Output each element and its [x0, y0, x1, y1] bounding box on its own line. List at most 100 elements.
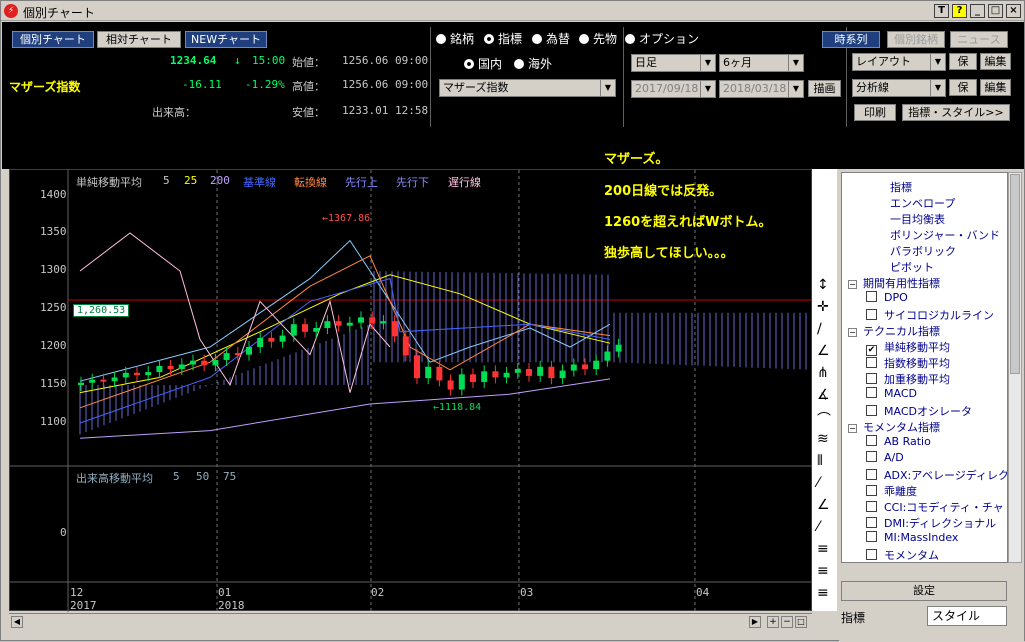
- minimize-button[interactable]: _: [970, 4, 985, 18]
- radio-options[interactable]: オプション: [625, 30, 699, 47]
- radio-stock[interactable]: 銘柄: [436, 30, 474, 47]
- tree-item-ema[interactable]: 指数移動平均: [866, 355, 950, 371]
- line-tool-icon[interactable]: ∕: [817, 321, 822, 337]
- legend-tenkan: 転換線: [294, 176, 327, 189]
- tree-item[interactable]: エンベロープ: [890, 195, 955, 211]
- analysis-select[interactable]: 分析線 ▼: [852, 79, 946, 97]
- layout-save-button[interactable]: 保存: [949, 53, 977, 83]
- timeseries-button[interactable]: 時系列: [822, 31, 880, 48]
- date-from-select[interactable]: 2017/09/18 ▼: [631, 80, 716, 98]
- fib-time-tool-icon[interactable]: ⫴: [817, 453, 823, 469]
- layout-edit-button[interactable]: 編集: [980, 53, 1011, 70]
- tab-style[interactable]: スタイル: [927, 606, 1007, 626]
- tab-indicator[interactable]: 指標: [841, 609, 921, 627]
- tree-group-momentum[interactable]: − モメンタム指標: [848, 419, 940, 435]
- pen-tool-icon[interactable]: ⁄: [817, 519, 819, 535]
- tree-item-wma[interactable]: 加重移動平均: [866, 371, 950, 387]
- tree-item-ab-ratio[interactable]: AB Ratio: [866, 435, 931, 448]
- tree-item-deviation[interactable]: 乖離度: [866, 483, 917, 499]
- zoom-out-icon[interactable]: −: [781, 616, 793, 628]
- candle-body: [358, 317, 364, 323]
- candle-body: [391, 321, 398, 337]
- tree-v-scrollbar[interactable]: [1008, 172, 1022, 563]
- tree-item-macd[interactable]: MACD: [866, 387, 917, 400]
- angle-tool-icon[interactable]: ∠: [817, 343, 830, 359]
- wave-4-tool-icon[interactable]: ≡: [817, 563, 829, 579]
- candle-body: [246, 347, 252, 355]
- tab-new-chart[interactable]: NEWチャート: [185, 31, 267, 48]
- cross-tool-icon[interactable]: ✛: [817, 299, 829, 315]
- radio-futures[interactable]: 先物: [579, 30, 617, 47]
- t-button[interactable]: T: [934, 4, 949, 18]
- tree-item[interactable]: ボリンジャー・バンド: [890, 227, 1000, 243]
- tree-item-sma[interactable]: ✔ 単純移動平均: [866, 339, 950, 356]
- tree-item[interactable]: 指標: [890, 179, 912, 195]
- tree-item-cci[interactable]: CCI:コモディティ・チャ: [866, 499, 1004, 515]
- tree-item-dmi[interactable]: DMI:ディレクショナル: [866, 515, 996, 531]
- print-button[interactable]: 印刷: [854, 104, 896, 121]
- trendline-tool-icon[interactable]: ↕: [817, 277, 829, 293]
- close-button[interactable]: ×: [1006, 4, 1021, 18]
- tree-item-dpo[interactable]: DPO: [866, 291, 908, 304]
- tree-item-adx[interactable]: ADX:アベレージディレク: [866, 467, 1007, 483]
- index-select[interactable]: マザーズ指数 ▼: [439, 79, 616, 97]
- zoom-in-icon[interactable]: +: [767, 616, 779, 628]
- maximize-button[interactable]: □: [988, 4, 1003, 18]
- layout-select[interactable]: レイアウト ▼: [852, 53, 946, 71]
- draw-button[interactable]: 描画: [808, 80, 841, 97]
- tree-item-macd-osc[interactable]: MACDオシレータ: [866, 403, 972, 419]
- channel-tool-icon[interactable]: ≋: [817, 431, 829, 447]
- tree-item-psychological[interactable]: サイコロジカルライン: [866, 307, 994, 323]
- wave-5-tool-icon[interactable]: ≡: [817, 585, 829, 601]
- y-tick: 1100: [40, 415, 67, 428]
- wave-tool-icon[interactable]: ≡: [817, 541, 829, 557]
- candle-body: [223, 353, 230, 360]
- analysis-save-button[interactable]: 保存: [949, 79, 977, 109]
- tree-item[interactable]: ピボット: [890, 259, 934, 275]
- current-price: 1234.64: [170, 54, 217, 67]
- date-to-select[interactable]: 2018/03/18 ▼: [719, 80, 804, 98]
- candle-body: [470, 374, 476, 382]
- radio-overseas[interactable]: 海外: [514, 55, 552, 72]
- indiv-stock-button[interactable]: 個別銘柄: [887, 31, 945, 48]
- segment-tool-icon[interactable]: ⁄: [817, 475, 819, 491]
- settings-button[interactable]: 設定: [841, 581, 1007, 601]
- scroll-left-icon[interactable]: ◀: [11, 616, 23, 628]
- candle-body: [212, 359, 219, 366]
- candle-body: [190, 360, 196, 365]
- tab-individual-chart[interactable]: 個別チャート: [12, 31, 94, 48]
- fan-tool-icon[interactable]: ⋔: [817, 365, 829, 381]
- help-button[interactable]: ?: [952, 4, 967, 18]
- indicator-style-button[interactable]: 指標・スタイル>>: [902, 104, 1010, 121]
- reset-zoom-icon[interactable]: □: [795, 616, 807, 628]
- y-tick: 1350: [40, 225, 67, 238]
- fib-tool-icon[interactable]: ∡: [817, 387, 830, 403]
- indicator-tree[interactable]: 指標 エンベロープ 一目均衡表 ボリンジャー・バンド パラボリック ピボット −…: [841, 172, 1008, 563]
- tree-item-momentum[interactable]: モメンタム: [866, 547, 939, 562]
- tree-item[interactable]: 一目均衡表: [890, 211, 945, 227]
- candle-body: [414, 355, 420, 379]
- tree-item[interactable]: パラボリック: [890, 243, 956, 259]
- tree-item-ad[interactable]: A/D: [866, 451, 904, 464]
- chart-area[interactable]: 単純移動平均 5 25 200 基準線 転換線 先行上 先行下 遅行線 出来高移…: [9, 152, 813, 612]
- tree-group-technical[interactable]: − テクニカル指標: [848, 323, 940, 339]
- scroll-right-icon[interactable]: ▶: [749, 616, 761, 628]
- arc-tool-icon[interactable]: ⌒: [817, 409, 831, 429]
- tree-group-period[interactable]: − 期間有用性指標: [848, 275, 940, 291]
- scroll-thumb[interactable]: [1010, 174, 1020, 374]
- gann-tool-icon[interactable]: ∠: [817, 497, 830, 513]
- news-button[interactable]: ニュース: [950, 31, 1008, 48]
- price-chart[interactable]: [10, 170, 813, 612]
- chart-h-scrollbar[interactable]: ◀ ▶ + − □: [9, 613, 812, 630]
- radio-domestic[interactable]: 国内: [464, 55, 502, 72]
- period-select[interactable]: 日足 ▼: [631, 54, 716, 72]
- candle-body: [447, 380, 454, 390]
- analysis-edit-button[interactable]: 編集: [980, 79, 1011, 96]
- price-arrow: ↓: [234, 54, 241, 67]
- radio-fx[interactable]: 為替: [532, 30, 570, 47]
- range-select[interactable]: 6ヶ月 ▼: [719, 54, 804, 72]
- radio-index[interactable]: 指標: [484, 30, 522, 47]
- tree-item-mi[interactable]: MI:MassIndex: [866, 531, 958, 544]
- tab-relative-chart[interactable]: 相対チャート: [97, 31, 181, 48]
- candle-body: [582, 364, 588, 370]
